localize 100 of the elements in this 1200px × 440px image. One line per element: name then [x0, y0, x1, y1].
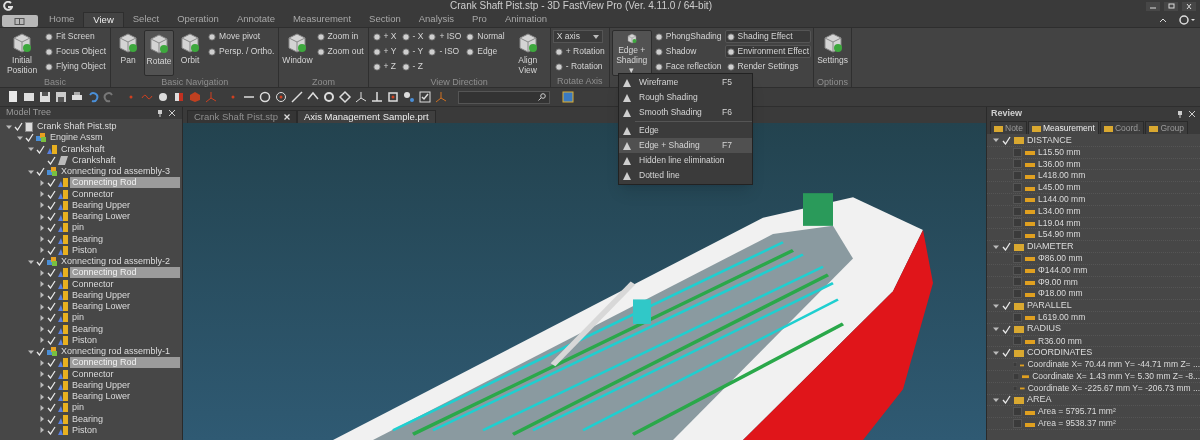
- sphere-icon[interactable]: [156, 90, 170, 104]
- ribbon-button[interactable]: Focus Object: [43, 45, 109, 58]
- collapsed-arrow-icon[interactable]: [39, 281, 45, 288]
- collapsed-arrow-icon[interactable]: [39, 416, 45, 423]
- menu-item[interactable]: Hidden line elimination: [619, 153, 752, 168]
- tree-item[interactable]: Piston: [70, 424, 99, 436]
- tree-item[interactable]: Crank Shaft Pist.stp: [35, 121, 119, 133]
- checkbox[interactable]: [1013, 312, 1022, 322]
- tree-item[interactable]: Piston: [70, 334, 99, 346]
- collapsed-arrow-icon[interactable]: [39, 371, 45, 378]
- measurement-item[interactable]: L19.04 mm: [1038, 216, 1081, 230]
- ribbon-tab[interactable]: Pro: [463, 12, 496, 27]
- checkbox-icon[interactable]: [418, 90, 432, 104]
- ribbon-tab[interactable]: Section: [360, 12, 410, 27]
- application-menu-button[interactable]: [2, 15, 38, 27]
- tree-item[interactable]: Bearing Lower: [70, 391, 133, 403]
- measurement-item[interactable]: Area = 5795.71 mm²: [1038, 405, 1116, 419]
- collapsed-arrow-icon[interactable]: [39, 269, 45, 276]
- collapsed-arrow-icon[interactable]: [39, 326, 45, 333]
- menu-item[interactable]: Dotted line: [619, 168, 752, 183]
- ribbon-button[interactable]: Normal: [464, 30, 507, 43]
- ribbon-button[interactable]: Render Settings: [724, 60, 812, 73]
- tree-item[interactable]: Engine Assm: [48, 132, 105, 144]
- checkbox[interactable]: [1013, 171, 1022, 181]
- target-icon[interactable]: [274, 90, 288, 104]
- ribbon-button[interactable]: Zoom in: [314, 30, 366, 43]
- expanded-arrow-icon[interactable]: [28, 146, 34, 153]
- close-icon[interactable]: [283, 114, 290, 120]
- close-icon[interactable]: [168, 109, 176, 117]
- cube-icon[interactable]: [172, 90, 186, 104]
- ribbon-button[interactable]: Face reflection: [652, 60, 724, 73]
- panel-tab[interactable]: Group: [1145, 121, 1189, 134]
- document-tab[interactable]: Axis Management Sample.prt: [296, 110, 436, 123]
- ribbon-button[interactable]: + Rotation: [552, 45, 607, 58]
- pin-icon[interactable]: [1176, 109, 1184, 118]
- ribbon-tab[interactable]: Select: [123, 12, 169, 27]
- axis-dropdown[interactable]: X axis: [552, 30, 603, 43]
- ribbon-button[interactable]: Pan: [113, 30, 144, 76]
- tree-item[interactable]: pin: [70, 312, 86, 324]
- ribbon-button[interactable]: PhongShading: [652, 30, 724, 43]
- expanded-arrow-icon[interactable]: [993, 302, 999, 309]
- ribbon-button[interactable]: Window: [281, 30, 314, 76]
- checkbox[interactable]: [1013, 230, 1022, 240]
- tree-item[interactable]: Bearing Upper: [70, 199, 133, 211]
- save-icon[interactable]: [54, 90, 68, 104]
- ribbon-tab[interactable]: View: [83, 12, 124, 27]
- restore-icon[interactable]: [1164, 1, 1178, 11]
- ribbon-button[interactable]: Fit Screen: [43, 30, 109, 43]
- expanded-arrow-icon[interactable]: [993, 137, 999, 144]
- tree-item[interactable]: Bearing: [70, 323, 106, 335]
- ribbon-button[interactable]: - Rotation: [552, 60, 607, 73]
- ribbon-button[interactable]: Environment Effect: [724, 45, 812, 58]
- expanded-arrow-icon[interactable]: [993, 396, 999, 403]
- ribbon-button[interactable]: Initial Position: [2, 30, 42, 76]
- ribbon-tab[interactable]: Measurement: [283, 12, 361, 27]
- collapsed-arrow-icon[interactable]: [39, 382, 45, 389]
- expanded-arrow-icon[interactable]: [993, 326, 999, 333]
- expanded-arrow-icon[interactable]: [993, 243, 999, 250]
- search-field[interactable]: [458, 90, 550, 104]
- measurement-item[interactable]: Area = 9538.37 mm²: [1038, 417, 1116, 430]
- measurement-item[interactable]: L34.00 mm: [1038, 204, 1081, 218]
- collapsed-arrow-icon[interactable]: [39, 393, 45, 400]
- document-icon[interactable]: [6, 90, 20, 104]
- checkbox[interactable]: [1013, 194, 1022, 204]
- tree-item[interactable]: Connector: [70, 368, 116, 380]
- ribbon-button[interactable]: Align View: [507, 30, 548, 76]
- collapsed-arrow-icon[interactable]: [39, 191, 45, 198]
- diamond-icon[interactable]: [338, 90, 352, 104]
- measurement-item[interactable]: Coordinate X= -225.67 mm Y= -206.73 mm ...: [1027, 381, 1200, 395]
- pin-icon[interactable]: [156, 109, 164, 117]
- collapsed-arrow-icon[interactable]: [39, 314, 45, 321]
- collapsed-arrow-icon[interactable]: [39, 236, 45, 243]
- menu-item[interactable]: Wireframe F5: [619, 75, 752, 90]
- tree-item[interactable]: Piston: [70, 244, 99, 256]
- save-icon[interactable]: [38, 90, 52, 104]
- ribbon-tab[interactable]: Annotate: [227, 12, 284, 27]
- tree-item[interactable]: Bearing Lower: [70, 211, 133, 223]
- collapsed-arrow-icon[interactable]: [39, 224, 45, 231]
- measurement-item[interactable]: Coordinate X= 70.44 mm Y= -44.71 mm Z= ...: [1027, 358, 1200, 371]
- checkbox[interactable]: [1013, 206, 1022, 216]
- square-icon[interactable]: [386, 90, 400, 104]
- expanded-arrow-icon[interactable]: [6, 123, 12, 130]
- ribbon-button[interactable]: Move pivot: [206, 30, 277, 43]
- checkbox[interactable]: [1013, 407, 1022, 417]
- expanded-arrow-icon[interactable]: [17, 134, 23, 141]
- picture-icon[interactable]: [562, 91, 574, 103]
- measurement-item[interactable]: L418.00 mm: [1038, 169, 1086, 183]
- checkbox[interactable]: [1013, 218, 1022, 228]
- perpendicular-icon[interactable]: [370, 90, 384, 104]
- measurement-item[interactable]: L619.00 mm: [1038, 311, 1086, 324]
- tree-item[interactable]: Connector: [70, 188, 116, 200]
- tree-item[interactable]: Bearing Upper: [70, 379, 133, 391]
- viewport[interactable]: [183, 123, 986, 440]
- panel-tab[interactable]: Measurement: [1027, 121, 1099, 134]
- folder-icon[interactable]: [22, 90, 36, 104]
- ribbon-button[interactable]: + Y: [370, 45, 399, 58]
- tree-item[interactable]: pin: [70, 402, 86, 414]
- ribbon-button[interactable]: Zoom out: [314, 45, 366, 58]
- checkbox[interactable]: [1013, 183, 1022, 193]
- checkbox[interactable]: [1013, 253, 1022, 263]
